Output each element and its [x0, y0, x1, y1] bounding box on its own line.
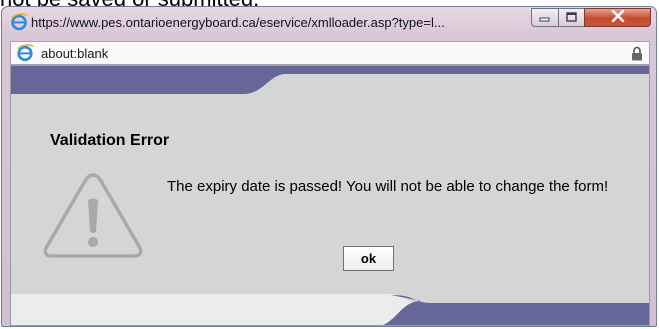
- close-icon: [611, 9, 625, 27]
- dialog-heading: Validation Error: [50, 132, 170, 149]
- popup-window: https://www.pes.ontarioenergyboard.ca/es…: [1, 6, 657, 327]
- address-bar[interactable]: about:blank: [10, 41, 650, 65]
- warning-icon: [41, 170, 145, 260]
- close-button[interactable]: [584, 8, 651, 27]
- ok-button[interactable]: ok: [343, 246, 394, 271]
- dialog-content: Validation Error The expiry date is pass…: [10, 65, 650, 326]
- minimize-button[interactable]: [531, 8, 559, 27]
- maximize-button[interactable]: [558, 8, 585, 27]
- title-bar[interactable]: https://www.pes.ontarioenergyboard.ca/es…: [2, 7, 656, 41]
- ie-icon: [16, 44, 34, 62]
- dialog-message: The expiry date is passed! You will not …: [167, 178, 609, 195]
- address-url: about:blank: [41, 46, 109, 61]
- ie-icon: [10, 13, 28, 31]
- minimize-icon: [539, 9, 551, 27]
- lock-icon: [631, 46, 643, 61]
- maximize-icon: [565, 9, 578, 27]
- window-title: https://www.pes.ontarioenergyboard.ca/es…: [31, 15, 445, 30]
